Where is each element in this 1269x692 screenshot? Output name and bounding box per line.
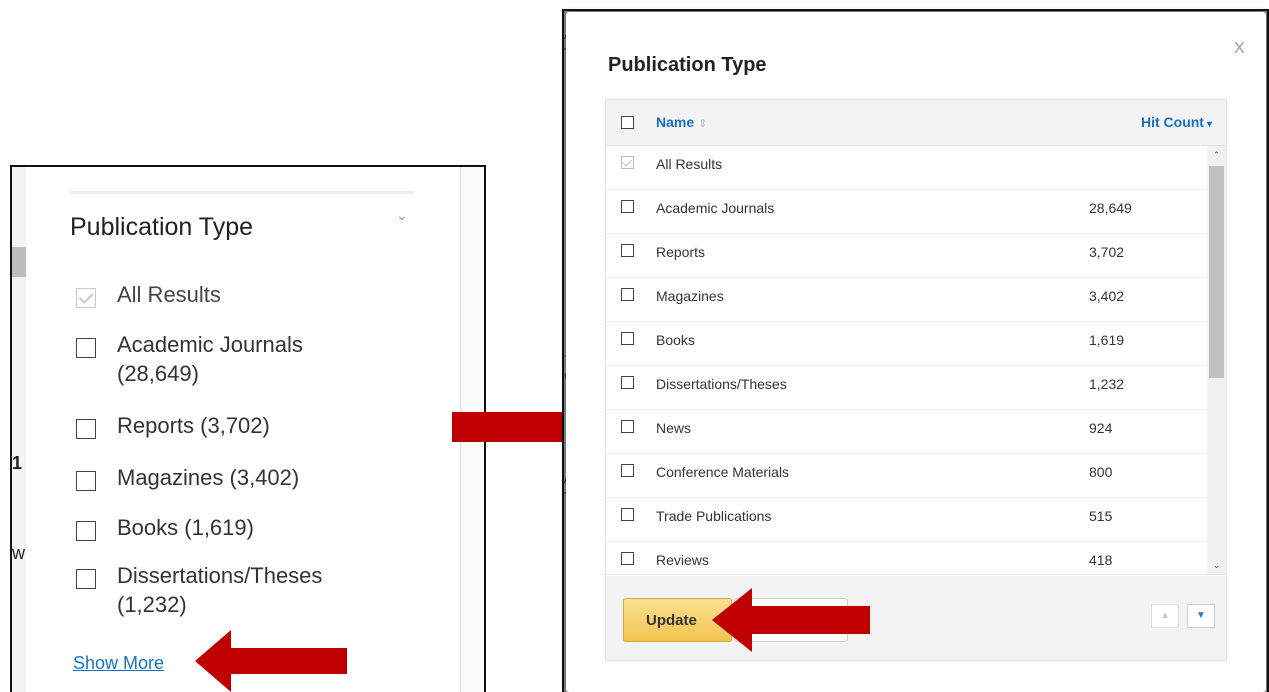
item-name: Reports: [656, 244, 706, 260]
item-count: 3,702: [1089, 244, 1125, 260]
move-down-icon[interactable]: ▼: [1187, 604, 1215, 628]
item-count: 924: [1089, 420, 1113, 436]
facet-option-label-line2: (28,649): [117, 361, 199, 386]
item-count: 3,402: [1089, 288, 1125, 304]
checkbox[interactable]: [621, 200, 634, 213]
list-item[interactable]: Dissertations/Theses 1,232: [606, 366, 1206, 410]
checkbox[interactable]: [76, 521, 96, 541]
checkbox[interactable]: [621, 376, 634, 389]
column-header-name: Name: [656, 114, 695, 130]
facet-option-academic-journals[interactable]: Academic Journals (28,649): [76, 330, 303, 388]
list-item[interactable]: Magazines 3,402: [606, 278, 1206, 322]
item-name: Magazines: [656, 288, 724, 304]
sort-by-hit-count-header[interactable]: Hit Count ▾: [1141, 114, 1212, 130]
scroll-down-icon[interactable]: ⌄: [1207, 556, 1226, 574]
list-item[interactable]: Conference Materials 800: [606, 454, 1206, 498]
facet-option-reports[interactable]: Reports (3,702): [76, 411, 270, 440]
list-item[interactable]: Trade Publications 515: [606, 498, 1206, 542]
list-item[interactable]: Reports 3,702: [606, 234, 1206, 278]
arrow-to-show-more-icon: [195, 630, 347, 692]
item-count: 800: [1089, 464, 1113, 480]
checkbox[interactable]: [76, 288, 96, 308]
list-rows: All Results Academic Journals 28,649 Rep…: [606, 146, 1206, 574]
item-name: All Results: [656, 156, 723, 172]
close-icon[interactable]: X: [1234, 40, 1245, 58]
checkbox[interactable]: [621, 508, 634, 521]
checkbox[interactable]: [621, 464, 634, 477]
edge-text-fragment: 1: [12, 453, 23, 473]
item-name: Conference Materials: [656, 464, 790, 480]
modal-footer: Update ▲ ▼: [605, 576, 1227, 661]
facet-option-label: All Results: [117, 282, 221, 307]
move-up-icon[interactable]: ▲: [1151, 604, 1179, 628]
facet-option-label-line1: Academic Journals: [117, 332, 303, 357]
facet-option-books[interactable]: Books (1,619): [76, 513, 254, 542]
facet-option-label: Dissertations/Theses (1,232): [117, 561, 322, 619]
sort-by-name-header[interactable]: Name ⇕: [656, 114, 707, 130]
list-item[interactable]: Academic Journals 28,649: [606, 190, 1206, 234]
vertical-scrollbar[interactable]: ⌃ ⌄: [1207, 146, 1226, 574]
facet-list: Name ⇕ Hit Count ▾ All Results Academic Jo…: [605, 99, 1227, 575]
tutorial-composite: 1 w Publication Type ⌄ All Results Acade…: [0, 0, 1269, 692]
caret-down-icon: ▾: [1206, 119, 1212, 130]
select-all-checkbox[interactable]: [621, 116, 634, 129]
facet-option-dissertations[interactable]: Dissertations/Theses (1,232): [76, 561, 322, 619]
facet-option-label-line2: (1,232): [117, 592, 187, 617]
item-name: Trade Publications: [656, 508, 772, 524]
item-name: Books: [656, 332, 695, 348]
checkbox[interactable]: [76, 471, 96, 491]
item-count: 515: [1089, 508, 1113, 524]
column-header-hit-count: Hit Count: [1140, 114, 1204, 130]
item-name: Reviews: [656, 552, 709, 568]
checkbox[interactable]: [76, 419, 96, 439]
chevron-down-icon[interactable]: ⌄: [396, 207, 408, 224]
checkbox[interactable]: [621, 332, 634, 345]
arrow-to-update-icon: [712, 588, 870, 652]
checkbox[interactable]: [76, 569, 96, 589]
edge-text-fragment: w: [12, 543, 25, 563]
checkbox[interactable]: [621, 552, 634, 565]
left-background-strip: [12, 167, 26, 692]
item-count: 28,649: [1089, 200, 1132, 216]
item-name: Academic Journals: [656, 200, 775, 216]
facet-option-magazines[interactable]: Magazines (3,402): [76, 463, 299, 492]
sort-icon: ⇕: [698, 118, 708, 130]
background-bar: [12, 247, 26, 277]
publication-type-modal: Publication Type X Name ⇕ Hit Count ▾ All …: [566, 12, 1266, 692]
checkbox[interactable]: [621, 420, 634, 433]
facet-option-label: Books (1,619): [117, 515, 254, 540]
checkbox[interactable]: [621, 156, 634, 169]
show-more-link[interactable]: Show More: [73, 653, 164, 674]
facet-option-label: Academic Journals (28,649): [117, 330, 303, 388]
modal-title: Publication Type: [608, 54, 767, 76]
checkbox[interactable]: [621, 244, 634, 257]
facet-option-all-results[interactable]: All Results: [76, 280, 221, 309]
item-name: Dissertations/Theses: [656, 376, 787, 392]
facet-option-label-line1: Dissertations/Theses: [117, 563, 323, 588]
facet-option-label: Magazines (3,402): [117, 465, 300, 490]
list-item[interactable]: Books 1,619: [606, 322, 1206, 366]
facet-title: Publication Type: [70, 213, 253, 241]
facet-sidebar-panel: 1 w Publication Type ⌄ All Results Acade…: [10, 165, 486, 692]
checkbox[interactable]: [76, 338, 96, 358]
item-count: 418: [1089, 552, 1113, 568]
list-header: Name ⇕ Hit Count ▾: [606, 100, 1226, 146]
item-count: 1,619: [1089, 332, 1125, 348]
item-name: News: [656, 420, 692, 436]
checkbox[interactable]: [621, 288, 634, 301]
scrollbar-thumb[interactable]: [1209, 166, 1224, 378]
scroll-up-icon[interactable]: ⌃: [1207, 146, 1226, 164]
list-item[interactable]: News 924: [606, 410, 1206, 454]
list-item[interactable]: All Results: [606, 146, 1206, 190]
section-divider: [70, 191, 414, 194]
item-count: 1,232: [1089, 376, 1125, 392]
facet-option-label: Reports (3,702): [117, 413, 270, 438]
list-item[interactable]: Reviews 418: [606, 542, 1206, 574]
